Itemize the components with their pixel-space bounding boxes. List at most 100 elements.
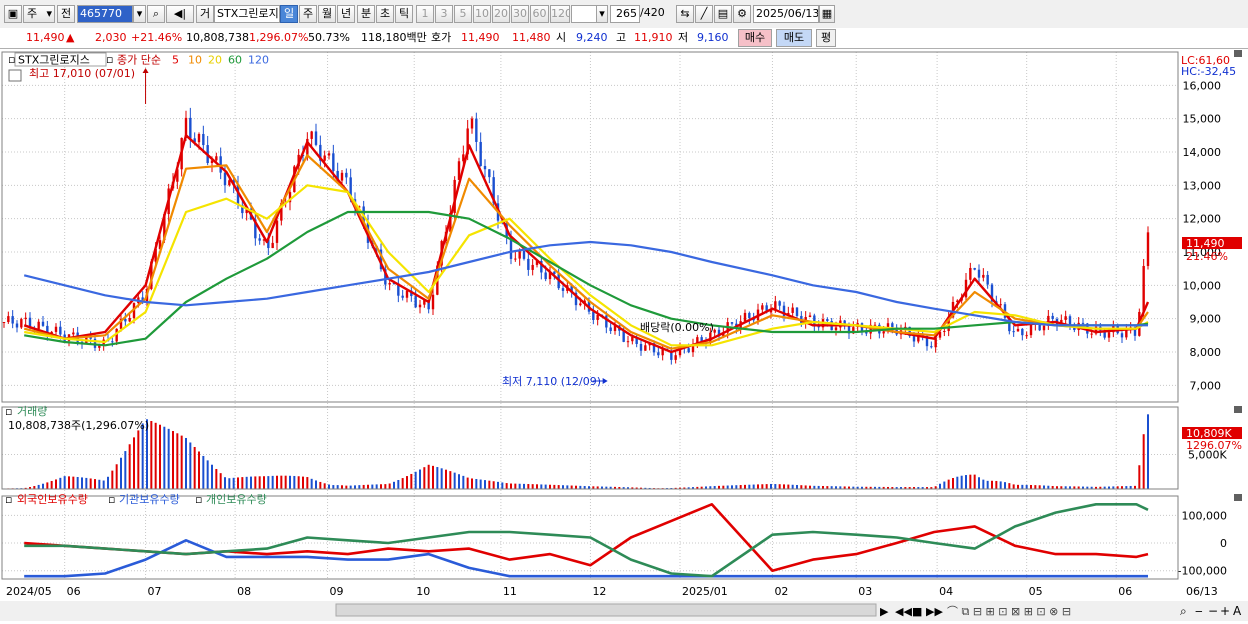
scroll-thumb[interactable] bbox=[335, 603, 877, 617]
chevron-down-icon[interactable]: ▾ bbox=[596, 5, 608, 23]
period-button-day[interactable]: 일 bbox=[280, 5, 298, 23]
mode-geo-button[interactable]: 거 bbox=[196, 5, 214, 23]
volume-bar bbox=[497, 481, 499, 489]
volume-bar bbox=[37, 484, 40, 489]
compare-icon[interactable]: ⇆ bbox=[676, 5, 694, 23]
interval-button-5[interactable]: 5 bbox=[454, 5, 472, 23]
volume-bar bbox=[102, 480, 105, 489]
volume-bar bbox=[475, 478, 478, 489]
zoom-in-icon[interactable]: + bbox=[1220, 604, 1230, 618]
candle-body bbox=[973, 267, 976, 270]
candle-body bbox=[873, 324, 877, 326]
tool-icons[interactable]: ⌒ ⧉ ⊟ ⊞ ⊡ ⊠ ⊞ ⊡ ⊗ ⊟ bbox=[947, 605, 1071, 618]
volume-bar bbox=[94, 479, 96, 489]
grid-toggle-icon[interactable] bbox=[8, 69, 22, 82]
candle-body bbox=[730, 322, 734, 324]
period-button-week[interactable]: 주 bbox=[299, 5, 317, 23]
stock-code-input[interactable]: 465770 bbox=[77, 5, 133, 23]
period-button-second[interactable]: 초 bbox=[376, 5, 394, 23]
font-size-icon[interactable]: A bbox=[1233, 604, 1242, 618]
interval-button-10[interactable]: 10 bbox=[473, 5, 491, 23]
price-tick-label: 15,000 bbox=[1183, 113, 1222, 126]
candle-body bbox=[531, 264, 534, 270]
volume-bar bbox=[349, 485, 352, 489]
scroll-right-icon[interactable]: ▶ bbox=[880, 605, 889, 618]
window-menu-icon[interactable]: ▣ bbox=[4, 5, 22, 23]
volume-bar bbox=[306, 477, 309, 489]
ma5-legend: 5 bbox=[172, 54, 179, 67]
high-label: 고 bbox=[616, 31, 627, 44]
stock-dropdown-icon[interactable]: ▾ bbox=[133, 5, 146, 23]
fast-forward-icon[interactable]: ▶▶ bbox=[926, 605, 943, 618]
prev-button[interactable]: 전 bbox=[57, 5, 75, 23]
period-select[interactable]: 주 ▾ bbox=[23, 5, 55, 23]
volume-bar bbox=[141, 423, 144, 489]
chart-svg[interactable]: 7,0008,0009,00010,00011,00012,00013,0001… bbox=[0, 49, 1248, 621]
svg-text:▫: ▫ bbox=[8, 53, 15, 66]
volume-bar bbox=[973, 474, 976, 489]
date-input[interactable]: 2025/06/13 bbox=[753, 5, 819, 23]
volume-bar bbox=[55, 479, 57, 489]
volume-bar bbox=[72, 476, 75, 489]
volume-bar bbox=[137, 430, 140, 489]
period-button-minute[interactable]: 분 bbox=[357, 5, 375, 23]
search-icon[interactable]: ⌕ bbox=[147, 5, 165, 23]
volume-bar bbox=[1017, 484, 1019, 489]
candle-body bbox=[596, 314, 599, 320]
volume-bar bbox=[367, 484, 369, 489]
buy-button[interactable]: 매수 bbox=[738, 29, 772, 47]
zoom-out-icon[interactable]: ‒ bbox=[1195, 604, 1203, 618]
volume-bar bbox=[319, 481, 322, 489]
sell-button[interactable]: 매도 bbox=[776, 29, 812, 47]
period-button-tick[interactable]: 틱 bbox=[395, 5, 413, 23]
volume-bar bbox=[50, 480, 53, 489]
candle-body bbox=[579, 303, 582, 306]
volume-bar bbox=[492, 481, 495, 489]
panel-close-icon[interactable] bbox=[1234, 406, 1242, 413]
hc-label: HC:-32,45 bbox=[1181, 65, 1236, 78]
interval-button-20[interactable]: 20 bbox=[492, 5, 510, 23]
interval-button-30[interactable]: 30 bbox=[511, 5, 529, 23]
volume-bar bbox=[488, 480, 491, 489]
volume-bar bbox=[89, 478, 92, 489]
volume-bar bbox=[796, 484, 798, 489]
volume-bar bbox=[778, 484, 781, 489]
interval-button-3[interactable]: 3 bbox=[435, 5, 453, 23]
volume-bar bbox=[167, 428, 170, 489]
volume-bar bbox=[250, 476, 252, 489]
ma10-legend: 10 bbox=[188, 54, 202, 67]
trade-amount: 118,180백만 bbox=[361, 31, 427, 44]
rewind-icon[interactable]: ◀◀ bbox=[895, 605, 912, 618]
eval-button[interactable]: 평 bbox=[816, 29, 836, 47]
volume-bar bbox=[765, 484, 768, 489]
draw-tool-icon[interactable]: ╱ bbox=[695, 5, 713, 23]
volume-bar bbox=[1025, 484, 1028, 489]
panel-close-icon[interactable] bbox=[1234, 494, 1242, 501]
period-button-year[interactable]: 년 bbox=[337, 5, 355, 23]
calendar-icon[interactable]: ▦ bbox=[819, 5, 835, 23]
volume-bar bbox=[388, 483, 391, 489]
interval-button-120[interactable]: 120 bbox=[550, 5, 570, 23]
candle-body bbox=[470, 118, 474, 129]
period-button-month[interactable]: 월 bbox=[318, 5, 336, 23]
speaker-icon[interactable]: ◀| bbox=[166, 5, 194, 23]
panel-close-icon[interactable] bbox=[1234, 50, 1242, 57]
ma20-legend: 20 bbox=[208, 54, 222, 67]
interval-button-60[interactable]: 60 bbox=[530, 5, 549, 23]
candle-body bbox=[518, 251, 521, 259]
volume-bar bbox=[991, 480, 993, 489]
candle-body bbox=[795, 307, 799, 316]
save-icon[interactable]: ▤ bbox=[714, 5, 732, 23]
toolbar: ▣ 주 ▾ 전 465770 ▾ ⌕ ◀| 거 STX그린로지 일 주 월 년 분… bbox=[0, 0, 1248, 29]
volume-bar bbox=[735, 485, 738, 489]
stop-icon[interactable]: ■ bbox=[912, 605, 922, 618]
zoom-minus-icon[interactable]: − bbox=[1208, 604, 1218, 618]
candle-body bbox=[332, 153, 335, 171]
zoom-search-icon[interactable]: ⌕ bbox=[1180, 604, 1187, 618]
count-input[interactable]: 265 bbox=[610, 5, 640, 23]
gear-icon[interactable]: ⚙ bbox=[733, 5, 751, 23]
candle-body bbox=[189, 117, 192, 139]
candle-body bbox=[59, 326, 62, 335]
stock-name-field[interactable]: STX그린로지 bbox=[214, 5, 280, 23]
interval-button-1[interactable]: 1 bbox=[416, 5, 434, 23]
